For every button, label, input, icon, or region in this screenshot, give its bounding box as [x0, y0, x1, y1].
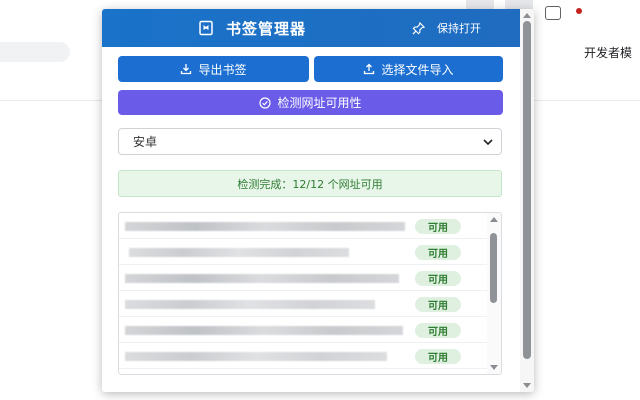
chevron-down-icon	[483, 139, 493, 146]
redacted-url	[125, 326, 403, 335]
status-text: 检测完成：12/12 个网址可用	[237, 177, 383, 191]
redacted-url	[125, 274, 399, 283]
bookmark-manager-popup: 书签管理器 保持打开 导出书签 选择文件导入 检测网址可用性 安卓 检测完成：1…	[102, 9, 534, 392]
export-bookmarks-button[interactable]: 导出书签	[118, 56, 309, 82]
popup-title: 书签管理器	[226, 19, 307, 38]
list-item[interactable]: 可用	[119, 239, 489, 265]
list-item[interactable]: 可用	[119, 343, 489, 369]
status-badge: 可用	[415, 297, 461, 312]
list-scrollbar[interactable]	[487, 213, 501, 374]
status-badge: 可用	[415, 245, 461, 260]
scroll-up-arrow-icon[interactable]	[523, 13, 531, 18]
folder-select[interactable]: 安卓	[118, 128, 502, 155]
list-scroll-thumb[interactable]	[490, 233, 497, 303]
status-badge: 可用	[415, 219, 461, 234]
window-icon[interactable]	[545, 6, 561, 20]
page-search-pill[interactable]	[0, 42, 70, 62]
redacted-url	[125, 222, 405, 231]
scroll-up-arrow-icon[interactable]	[490, 217, 498, 222]
scroll-down-arrow-icon[interactable]	[490, 365, 498, 370]
import-file-label: 选择文件导入	[381, 62, 454, 77]
redacted-url	[125, 300, 375, 309]
popup-header: 书签管理器 保持打开	[102, 9, 520, 47]
notification-dot-icon	[576, 8, 582, 14]
folder-select-value: 安卓	[133, 135, 158, 149]
check-circle-icon	[259, 96, 272, 109]
check-urls-label: 检测网址可用性	[277, 96, 362, 110]
developer-mode-label: 开发者模	[584, 46, 633, 60]
header-title-group: 书签管理器	[198, 17, 306, 39]
list-item[interactable]: 可用	[119, 265, 489, 291]
url-result-list: 可用 可用 可用 可用 可用 可用	[118, 212, 502, 375]
list-item[interactable]: 可用	[119, 317, 489, 343]
status-badge: 可用	[415, 271, 461, 286]
check-urls-button[interactable]: 检测网址可用性	[118, 90, 503, 115]
popup-scrollbar[interactable]	[520, 9, 534, 392]
export-bookmarks-label: 导出书签	[198, 62, 247, 77]
pin-icon	[412, 21, 425, 34]
download-icon	[181, 64, 192, 75]
bookmark-icon	[199, 20, 213, 36]
status-message: 检测完成：12/12 个网址可用	[118, 170, 502, 197]
list-item[interactable]: 可用	[119, 213, 489, 239]
popup-scroll-thumb[interactable]	[523, 21, 531, 359]
redacted-url	[129, 248, 349, 257]
status-badge: 可用	[415, 323, 461, 338]
status-badge: 可用	[415, 349, 461, 364]
redacted-url	[125, 352, 387, 361]
keep-open-toggle[interactable]: 保持打开	[412, 20, 481, 36]
import-file-button[interactable]: 选择文件导入	[314, 56, 503, 82]
list-item[interactable]: 可用	[119, 291, 489, 317]
upload-icon	[364, 63, 375, 75]
browser-window: 开发者模 书签管理器 保持打开 导出书签 选择文件导入 检测网址可用性 安卓 检…	[0, 0, 640, 400]
keep-open-label: 保持打开	[437, 22, 481, 35]
scroll-down-arrow-icon[interactable]	[523, 383, 531, 388]
